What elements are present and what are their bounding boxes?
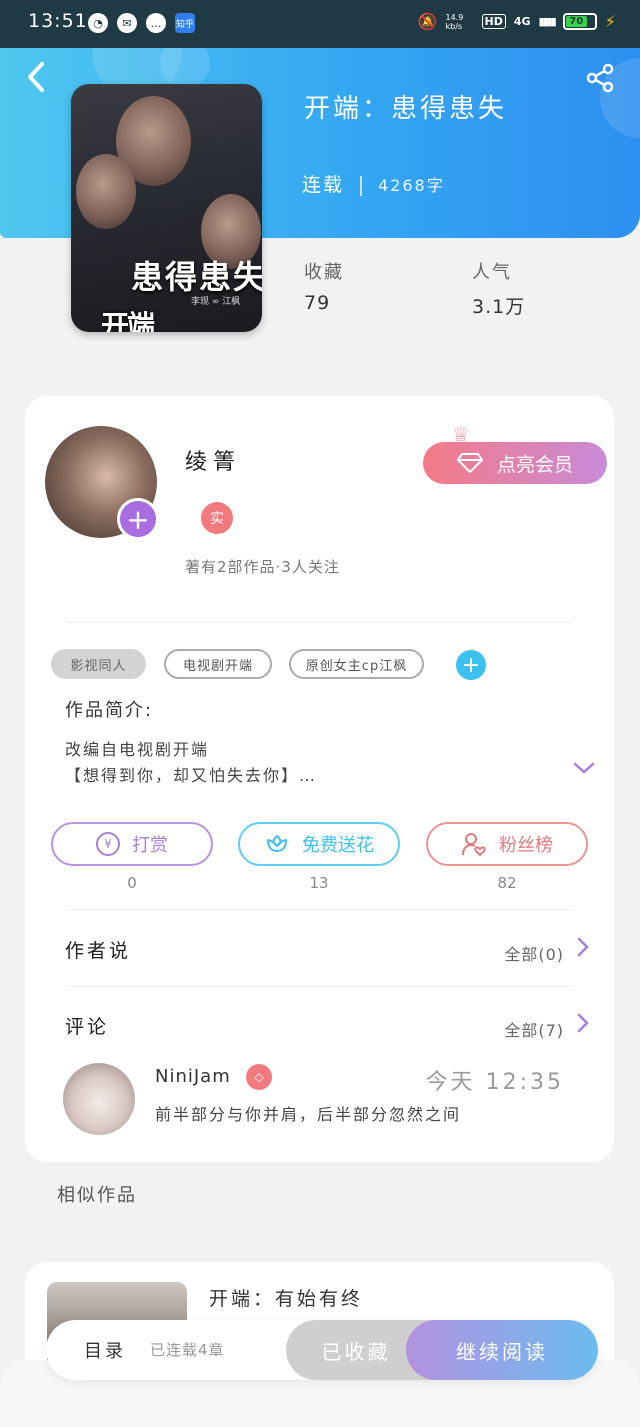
status-system-icons: 🔕 14.9 kb/s HD 4G ▮▮▮▮ 70 ⚡ — [418, 12, 616, 31]
chevron-right-icon[interactable] — [576, 936, 590, 964]
signal-icon: 4G — [513, 15, 531, 28]
follow-author-button[interactable]: + — [117, 498, 159, 540]
vip-button-label: 点亮会员 — [496, 453, 573, 476]
plus-icon: + — [126, 502, 150, 536]
fan-count: 82 — [497, 874, 517, 892]
book-serial-info: 连载 4268字 — [302, 170, 445, 197]
intro-line: 改编自电视剧开端 — [65, 740, 210, 759]
book-cover[interactable]: 患得患失 李现 ∞ 江枫 开端 — [71, 84, 262, 332]
fan-ranking-label: 粉丝榜 — [499, 835, 553, 856]
continue-reading-button[interactable]: 继续阅读 — [406, 1320, 598, 1380]
favorites-label: 收藏 — [304, 262, 344, 283]
book-status: 连载 — [302, 174, 345, 196]
chapter-count: 已连载4章 — [150, 1341, 225, 1359]
status-bar: 13:51 ◔ ✉ … 知乎 🔕 14.9 kb/s HD 4G ▮▮▮▮ 70… — [0, 0, 640, 48]
cover-names: 李现 ∞ 江枫 — [191, 297, 241, 307]
tip-button-label: 打赏 — [132, 835, 168, 856]
toc-button[interactable]: 目录 — [84, 1337, 126, 1363]
compass-icon: ◔ — [88, 13, 108, 33]
status-notification-icons: ◔ ✉ … 知乎 — [88, 13, 195, 33]
divider — [67, 622, 572, 623]
flower-count: 13 — [309, 874, 329, 892]
author-meta: 著有2部作品·3人关注 — [185, 558, 340, 576]
favorited-label: 已收藏 — [321, 1339, 391, 1364]
battery-level: 70 — [565, 16, 587, 27]
verified-badge: 实 — [201, 502, 233, 534]
charging-icon: ⚡ — [604, 12, 616, 31]
favorites-value: 79 — [304, 292, 331, 314]
signal-bars-icon: ▮▮▮▮ — [538, 15, 557, 28]
share-button[interactable] — [584, 62, 616, 94]
similar-works-title: 相似作品 — [57, 1185, 137, 1206]
fan-ranking-button[interactable]: 粉丝榜 — [426, 822, 588, 866]
intro-line: 【想得到你，却又怕失去你】… — [65, 766, 318, 785]
expand-intro-button[interactable] — [573, 756, 595, 781]
similar-work-title[interactable]: 开端：有始有终 — [209, 1284, 363, 1311]
divider — [67, 986, 572, 987]
cover-title: 患得患失 — [131, 258, 262, 296]
cover-figure — [76, 154, 136, 229]
continue-reading-label: 继续阅读 — [456, 1339, 548, 1364]
author-card: + 绫箐 实 著有2部作品·3人关注 ♕ 点亮会员 影视同人 电视剧开端 原创女… — [25, 396, 614, 1162]
hd-icon: HD — [481, 14, 506, 29]
wechat-icon: ✉ — [117, 13, 137, 33]
author-says-title: 作者说 — [65, 940, 132, 962]
back-button[interactable] — [22, 60, 52, 96]
chevron-left-icon — [28, 62, 44, 92]
tip-count: 0 — [127, 874, 137, 892]
tip-button[interactable]: ¥ 打赏 — [51, 822, 213, 866]
vip-button[interactable]: 点亮会员 — [423, 442, 607, 484]
divider — [67, 909, 572, 910]
comments-all-link[interactable]: 全部(7) — [504, 1017, 564, 1041]
popularity-label: 人气 — [472, 262, 512, 283]
mute-icon: 🔕 — [417, 12, 438, 31]
send-flower-label: 免费送花 — [302, 835, 374, 856]
divider — [360, 175, 363, 196]
net-speed: 14.9 kb/s — [445, 12, 464, 31]
comment-time: 今天 12:35 — [425, 1070, 564, 1095]
plus-icon: + — [461, 652, 481, 678]
commenter-avatar[interactable] — [63, 1063, 135, 1135]
book-title: 开端：患得患失 — [304, 94, 508, 124]
tag-chip[interactable]: 原创女主cp江枫 — [289, 649, 424, 679]
yen-icon: ¥ — [96, 832, 120, 856]
comments-title: 评论 — [65, 1016, 110, 1038]
diamond-icon — [456, 453, 483, 473]
tag-chip[interactable]: 电视剧开端 — [164, 649, 272, 679]
tag-chip[interactable]: 影视同人 — [51, 649, 146, 679]
comment-text[interactable]: 前半部分与你并肩，后半部分忽然之间 — [155, 1101, 461, 1125]
popularity-value: 3.1万 — [472, 296, 526, 318]
flower-icon — [267, 835, 287, 852]
zhihu-icon: 知乎 — [175, 13, 195, 33]
commenter-name[interactable]: NiniJam — [155, 1066, 231, 1087]
author-says-all-link[interactable]: 全部(0) — [504, 941, 564, 965]
intro-title: 作品简介: — [65, 700, 154, 721]
bottom-action-bar: 目录 已连载4章 已收藏 继续阅读 — [46, 1320, 598, 1380]
cover-logo: 开端 — [101, 309, 155, 332]
send-flower-button[interactable]: 免费送花 — [238, 822, 400, 866]
chevron-down-icon — [573, 762, 595, 774]
chevron-right-icon[interactable] — [576, 1012, 590, 1040]
share-icon — [586, 63, 614, 93]
add-tag-button[interactable]: + — [456, 650, 486, 680]
message-icon: … — [146, 13, 166, 33]
book-word-count: 4268字 — [378, 176, 445, 195]
status-time: 13:51 — [28, 10, 88, 32]
user-heart-icon — [462, 833, 486, 857]
author-name[interactable]: 绫箐 — [185, 444, 241, 476]
vip-diamond-icon: ◇ — [246, 1064, 272, 1090]
battery-icon: 70 — [562, 13, 597, 30]
